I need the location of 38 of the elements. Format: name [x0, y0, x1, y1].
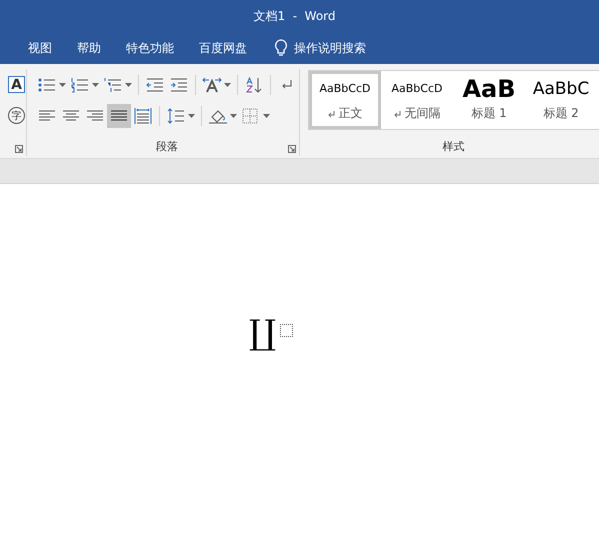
- style-preview: AaBbCcD: [320, 81, 370, 97]
- distribute-icon: [133, 106, 153, 124]
- style-name: 无间隔: [404, 105, 440, 122]
- style-name: 标题 1: [471, 105, 507, 122]
- style-item[interactable]: AaB 标题 1: [453, 71, 525, 129]
- style-preview: AaBbC: [532, 78, 590, 100]
- character-border-button[interactable]: A: [8, 76, 25, 93]
- lightbulb-icon: [274, 39, 288, 57]
- ribbon-tab[interactable]: 百度网盘: [189, 40, 257, 56]
- outdent-icon: [145, 76, 165, 94]
- style-item[interactable]: AaBbC 标题 2: [525, 71, 597, 129]
- style-item[interactable]: AaBbCcD 正文: [309, 71, 381, 129]
- style-item[interactable]: AaBbCcD 无间隔: [381, 71, 453, 129]
- style-preview: AaBbCcD: [392, 81, 442, 97]
- sort-icon: [244, 76, 264, 94]
- indent-icon: [169, 76, 189, 94]
- dialog-launcher-icon[interactable]: [15, 145, 23, 153]
- group-label: 样式: [442, 139, 464, 154]
- tell-me-search[interactable]: 操作说明搜索: [268, 38, 372, 58]
- coproduct-symbol: ∐: [249, 314, 276, 352]
- ribbon-tab[interactable]: 视图: [18, 40, 62, 56]
- window-title: 文档1 - Word: [253, 8, 336, 24]
- style-name: 正文: [338, 105, 362, 122]
- tell-me-label: 操作说明搜索: [294, 40, 366, 56]
- style-name: 标题 2: [543, 105, 579, 122]
- asian-layout-icon: [202, 76, 222, 94]
- group-label: 段落: [156, 139, 178, 154]
- bullets-icon: [37, 76, 57, 94]
- ribbon-tab[interactable]: 特色功能: [116, 40, 184, 56]
- enclose-characters-button[interactable]: 字: [8, 107, 25, 124]
- numbering-icon: [70, 76, 90, 94]
- ribbon-tab[interactable]: 帮助: [67, 40, 111, 56]
- justify-button[interactable]: [107, 104, 131, 128]
- equation-placeholder[interactable]: [280, 324, 294, 337]
- style-preview: AaB: [462, 78, 516, 100]
- dialog-launcher-icon[interactable]: [288, 145, 296, 153]
- line-spacing-icon: [166, 106, 186, 124]
- multilevel-icon: [103, 76, 123, 94]
